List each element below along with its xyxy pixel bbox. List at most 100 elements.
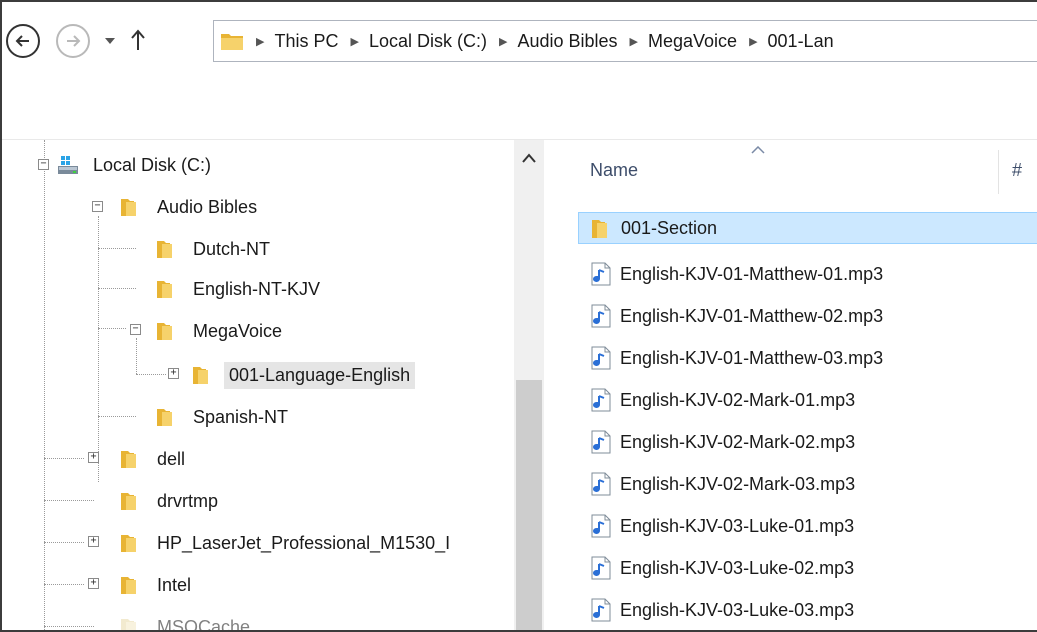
tree-item-label: Audio Bibles	[157, 196, 258, 217]
tree-connector	[44, 458, 84, 459]
navigation-tree: − Local Disk (C:) − Audio Bibles Dutch-N…	[2, 140, 546, 632]
back-button[interactable]	[6, 24, 40, 58]
tree-item-local-disk[interactable]: Local Disk (C:)	[56, 146, 216, 184]
breadcrumb-megavoice[interactable]: MegaVoice	[648, 31, 737, 52]
audio-file-icon	[591, 472, 611, 496]
column-header-number[interactable]: #	[1012, 160, 1022, 181]
tree-connector	[98, 288, 136, 289]
collapse-icon[interactable]: −	[130, 324, 141, 335]
expand-icon[interactable]: +	[168, 368, 179, 379]
tree-scrollbar-thumb[interactable]	[516, 380, 542, 630]
file-row[interactable]: English-KJV-01-Matthew-02.mp3	[578, 300, 1037, 332]
tree-item-english-nt-kjv[interactable]: English-NT-KJV	[156, 270, 325, 308]
tree-item-msocache[interactable]: MSOCache	[120, 608, 255, 632]
tree-item-label: HP_LaserJet_Professional_M1530_I	[157, 532, 451, 553]
tree-item-label: Intel	[157, 574, 192, 595]
file-row[interactable]: English-KJV-02-Mark-02.mp3	[578, 426, 1037, 458]
audio-file-icon	[591, 346, 611, 370]
column-header-name[interactable]: Name	[590, 160, 638, 181]
breadcrumb-separator-icon[interactable]: ▶	[630, 35, 638, 48]
scroll-up-arrow-icon[interactable]	[520, 150, 538, 166]
column-headers: Name #	[546, 140, 1037, 194]
forward-button[interactable]	[56, 24, 90, 58]
file-row[interactable]: English-KJV-02-Mark-03.mp3	[578, 468, 1037, 500]
breadcrumb-separator-icon[interactable]: ▶	[256, 35, 264, 48]
toolbar-area	[2, 88, 1037, 140]
tree-connector	[44, 584, 84, 585]
breadcrumb-separator-icon[interactable]: ▶	[499, 35, 507, 48]
tree-item-label: English-NT-KJV	[193, 278, 321, 299]
file-name: English-KJV-03-Luke-02.mp3	[620, 557, 855, 578]
tree-item-label: MegaVoice	[193, 320, 283, 341]
tree-connector	[44, 140, 45, 630]
sort-ascending-icon	[751, 146, 765, 154]
audio-file-icon	[591, 430, 611, 454]
tree-item-001-language-english[interactable]: 001-Language-English	[192, 356, 416, 394]
tree-item-label: Dutch-NT	[193, 238, 271, 259]
breadcrumb-this-pc[interactable]: This PC	[274, 31, 338, 52]
folder-icon	[221, 34, 243, 50]
tree-item-dell[interactable]: dell	[120, 440, 190, 478]
tree-connector	[136, 374, 166, 375]
tree-connector	[136, 338, 137, 374]
address-bar[interactable]: ▶ This PC ▶ Local Disk (C:) ▶ Audio Bibl…	[213, 20, 1037, 62]
breadcrumb-separator-icon[interactable]: ▶	[749, 35, 757, 48]
local-disk-icon	[58, 156, 78, 174]
tree-item-spanish-nt[interactable]: Spanish-NT	[156, 398, 293, 436]
file-name: English-KJV-03-Luke-03.mp3	[620, 599, 855, 620]
tree-item-dutch-nt[interactable]: Dutch-NT	[156, 230, 275, 268]
collapse-icon[interactable]: −	[92, 201, 103, 212]
folder-icon	[121, 451, 136, 468]
file-list: Name # 001-Section English-KJV-01-Matthe…	[546, 140, 1037, 630]
forward-arrow-icon	[67, 35, 81, 47]
tree-item-hp-laserjet[interactable]: HP_LaserJet_Professional_M1530_I	[120, 524, 455, 562]
tree-item-megavoice[interactable]: MegaVoice	[156, 312, 287, 350]
tree-connector	[44, 500, 94, 501]
folder-icon	[121, 619, 136, 630]
tree-item-intel[interactable]: Intel	[120, 566, 196, 604]
file-row-001-section[interactable]: 001-Section	[578, 212, 1037, 244]
breadcrumb-current-folder[interactable]: 001-Lan	[768, 31, 834, 52]
file-row[interactable]: English-KJV-03-Luke-01.mp3	[578, 510, 1037, 542]
tree-connector	[98, 248, 136, 249]
expand-icon[interactable]: +	[88, 452, 99, 463]
tree-item-drvrtmp[interactable]: drvrtmp	[120, 482, 223, 520]
tree-connector	[44, 542, 84, 543]
folder-icon	[592, 220, 607, 238]
file-row[interactable]: English-KJV-03-Luke-03.mp3	[578, 594, 1037, 626]
breadcrumb-separator-icon[interactable]: ▶	[350, 35, 358, 48]
column-divider[interactable]	[998, 150, 999, 194]
file-row[interactable]: English-KJV-02-Mark-01.mp3	[578, 384, 1037, 416]
up-arrow-icon[interactable]	[129, 28, 147, 52]
folder-icon	[157, 241, 172, 258]
tree-item-audio-bibles[interactable]: Audio Bibles	[120, 188, 262, 226]
collapse-icon[interactable]: −	[38, 159, 49, 170]
file-row[interactable]: English-KJV-03-Luke-02.mp3	[578, 552, 1037, 584]
tree-connector	[98, 216, 99, 482]
file-row[interactable]: English-KJV-01-Matthew-01.mp3	[578, 258, 1037, 290]
navigation-bar: ▶ This PC ▶ Local Disk (C:) ▶ Audio Bibl…	[2, 2, 1037, 88]
file-name: English-KJV-02-Mark-03.mp3	[620, 473, 856, 494]
tree-connector	[98, 328, 126, 329]
file-row[interactable]: English-KJV-01-Matthew-03.mp3	[578, 342, 1037, 374]
expand-icon[interactable]: +	[88, 578, 99, 589]
expand-icon[interactable]: +	[88, 536, 99, 547]
tree-item-label: drvrtmp	[157, 490, 219, 511]
tree-item-label: MSOCache	[157, 616, 251, 632]
file-name: English-KJV-03-Luke-01.mp3	[620, 515, 855, 536]
recent-locations-chevron-down-icon[interactable]	[103, 36, 117, 46]
folder-icon	[193, 367, 208, 384]
breadcrumb-local-disk[interactable]: Local Disk (C:)	[369, 31, 487, 52]
file-name: English-KJV-02-Mark-01.mp3	[620, 389, 856, 410]
folder-icon	[121, 577, 136, 594]
audio-file-icon	[591, 304, 611, 328]
file-name: English-KJV-02-Mark-02.mp3	[620, 431, 856, 452]
tree-item-label: dell	[157, 448, 186, 469]
file-name: English-KJV-01-Matthew-03.mp3	[620, 347, 884, 368]
file-name: English-KJV-01-Matthew-02.mp3	[620, 305, 884, 326]
folder-icon	[121, 535, 136, 552]
file-name: 001-Section	[621, 217, 718, 238]
folder-icon	[121, 493, 136, 510]
breadcrumb-audio-bibles[interactable]: Audio Bibles	[517, 31, 617, 52]
audio-file-icon	[591, 598, 611, 622]
